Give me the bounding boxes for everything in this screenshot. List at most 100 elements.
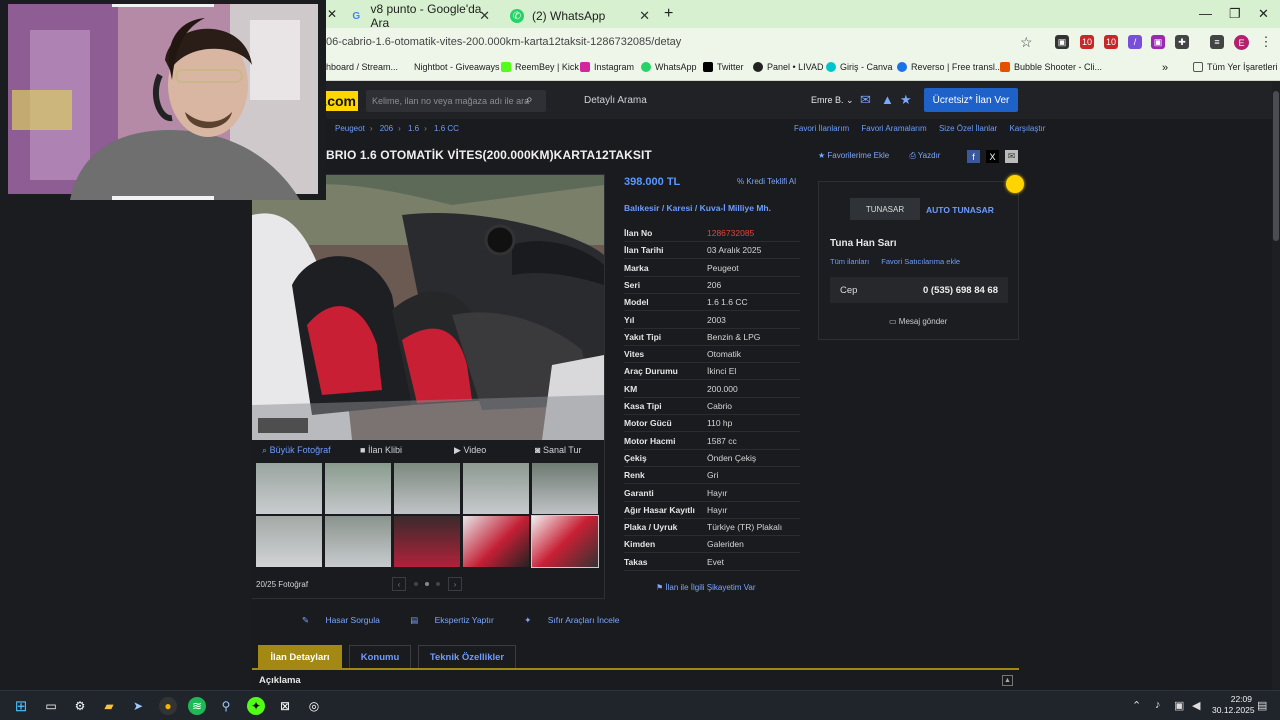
tab-video[interactable]: ▶ Video <box>454 445 486 456</box>
menu-dots-icon[interactable]: ⋮ <box>1259 34 1273 49</box>
clock[interactable]: 22:09 30.12.2025 <box>1212 694 1255 716</box>
favorite-listings-link[interactable]: Favori İlanlarım <box>794 124 849 133</box>
favorite-searches-link[interactable]: Favori Aramalarım <box>861 124 926 133</box>
collapse-icon[interactable]: ▲ <box>1002 675 1013 686</box>
tab-whatsapp[interactable]: ✆ (2) WhatsApp ✕ <box>500 4 658 28</box>
thumbnail[interactable] <box>463 463 529 514</box>
steam-icon[interactable]: ⚲ <box>217 697 235 715</box>
tab-google-search[interactable]: G v8 punto - Google'da Ara ✕ <box>340 2 498 30</box>
new-tab-plus-icon[interactable]: + <box>664 5 673 23</box>
special-listings-link[interactable]: Size Özel İlanlar <box>939 124 997 133</box>
breadcrumb-item[interactable]: 206 <box>380 124 393 133</box>
bookmark-item[interactable]: ReemBey | Kick <box>501 62 579 72</box>
breadcrumb-item[interactable]: Peugeot <box>335 124 365 133</box>
bell-icon[interactable]: ▲ <box>881 92 894 107</box>
spotify-icon[interactable]: ≋ <box>188 697 206 715</box>
profile-avatar[interactable]: E <box>1234 35 1249 50</box>
mail-icon[interactable]: ✉ <box>860 92 871 108</box>
location-city[interactable]: Balıkesir <box>624 203 659 213</box>
search-icon[interactable]: ⌕ <box>526 92 533 107</box>
advanced-search-link[interactable]: Detaylı Arama <box>584 95 647 106</box>
prev-page-button[interactable]: ‹ <box>392 577 406 591</box>
all-bookmarks-folder[interactable]: Tüm Yer İşaretleri <box>1193 62 1278 72</box>
star-icon[interactable]: ★ <box>900 92 912 108</box>
close-icon[interactable]: ✕ <box>639 8 650 24</box>
close-window-icon[interactable]: ✕ <box>1258 6 1269 22</box>
location-district[interactable]: Karesi <box>667 203 693 213</box>
scrollbar-thumb[interactable] <box>1273 91 1279 241</box>
app-icon[interactable]: ✦ <box>247 697 265 715</box>
bookmark-item[interactable]: Nightbot - Giveaways <box>414 62 500 72</box>
extension-badge-icon[interactable]: 10 <box>1104 35 1118 49</box>
tray-chevron-icon[interactable]: ⌃ <box>1132 699 1141 712</box>
pen-extension-icon[interactable]: / <box>1128 35 1142 49</box>
thumbnail-selected[interactable] <box>531 515 599 568</box>
breadcrumb-item[interactable]: 1.6 CC <box>434 124 459 133</box>
settings-gear-icon[interactable]: ⚙ <box>71 697 89 715</box>
microphone-icon[interactable]: ♪ <box>1155 699 1161 711</box>
extension-icon[interactable]: ▣ <box>1055 35 1069 49</box>
tab-location[interactable]: Konumu <box>349 645 411 669</box>
bookmark-item[interactable]: Twitter <box>703 62 744 72</box>
phone-number[interactable]: 0 (535) 698 84 68 <box>923 285 998 296</box>
main-photo[interactable] <box>252 175 604 440</box>
page-dot[interactable] <box>436 582 440 586</box>
facebook-icon[interactable]: f <box>967 150 980 163</box>
xbox-icon[interactable]: ⊠ <box>276 697 294 715</box>
bookmark-item[interactable]: WhatsApp <box>641 62 697 72</box>
thumbnail[interactable] <box>532 463 598 514</box>
steam-icon[interactable]: ➤ <box>129 697 147 715</box>
bookmark-star-icon[interactable]: ☆ <box>1020 34 1033 51</box>
puzzle-icon[interactable]: ✚ <box>1175 35 1189 49</box>
bookmark-item[interactable]: Panel • LIVAD <box>753 62 824 72</box>
thumbnail[interactable] <box>325 463 391 514</box>
tab-listing-clip[interactable]: ■ İlan Klibi <box>360 445 402 455</box>
scrollbar[interactable] <box>1272 81 1280 690</box>
thumbnail[interactable] <box>394 463 460 514</box>
expertise-link[interactable]: ▤ Ekspertiz Yaptır <box>410 615 508 625</box>
page-dot-active[interactable] <box>425 582 429 586</box>
task-view-icon[interactable]: ▭ <box>42 697 60 715</box>
bookmark-item[interactable]: hboard / Stream... <box>326 62 398 72</box>
close-icon[interactable]: ✕ <box>327 7 337 21</box>
bookmark-item[interactable]: Bubble Shooter - Cli... <box>1000 62 1102 72</box>
page-dot[interactable] <box>414 582 418 586</box>
x-twitter-icon[interactable]: X <box>986 150 999 163</box>
send-message-link[interactable]: ▭ Mesaj gönder <box>889 317 947 326</box>
search-input[interactable]: Kelime, ilan no veya mağaza adı ile ara <box>366 90 546 112</box>
network-icon[interactable]: ▣ <box>1174 699 1184 712</box>
volume-icon[interactable]: ◀ <box>1192 699 1200 712</box>
post-ad-button[interactable]: Ücretsiz* İlan Ver <box>924 88 1018 112</box>
thumbnail[interactable] <box>325 516 391 567</box>
location-neighborhood[interactable]: Kuva-İ Milliye Mh. <box>700 203 771 213</box>
thumbnail[interactable] <box>394 516 460 567</box>
site-logo[interactable]: .com <box>323 91 358 111</box>
app-icon[interactable]: ◎ <box>305 697 323 715</box>
extension-badge-icon[interactable]: 10 <box>1080 35 1094 49</box>
more-bookmarks-icon[interactable]: » <box>1162 62 1168 74</box>
restore-icon[interactable]: ❐ <box>1229 6 1241 22</box>
user-menu[interactable]: Emre B. ⌄ <box>811 95 854 106</box>
tab-large-photo[interactable]: ⌕ Büyük Fotoğraf <box>262 445 331 456</box>
new-cars-link[interactable]: ✦ Sıfır Araçları İncele <box>524 615 633 625</box>
favorite-seller-link[interactable]: Favori Satıcılarıma ekle <box>881 257 960 266</box>
windows-start-icon[interactable]: ⊞ <box>12 697 30 715</box>
next-page-button[interactable]: › <box>448 577 462 591</box>
tab-listing-details[interactable]: İlan Detayları <box>258 645 342 669</box>
bookmark-item[interactable]: Instagram <box>580 62 634 72</box>
print-link[interactable]: Yazdır <box>918 151 941 160</box>
damage-query-link[interactable]: ✎ Hasar Sorgula <box>302 615 394 625</box>
add-favorite-link[interactable]: Favorilerime Ekle <box>827 151 889 160</box>
reading-list-icon[interactable]: ≡ <box>1210 35 1224 49</box>
email-icon[interactable]: ✉ <box>1005 150 1018 163</box>
all-listings-link[interactable]: Tüm ilanları <box>830 257 869 266</box>
extension-icon[interactable]: ▣ <box>1151 35 1165 49</box>
tab-technical-specs[interactable]: Teknik Özellikler <box>418 645 516 669</box>
close-icon[interactable]: ✕ <box>479 8 490 24</box>
thumbnail[interactable] <box>256 516 322 567</box>
notification-icon[interactable]: ▤ <box>1257 699 1267 712</box>
seller-logo[interactable]: TUNASAR <box>850 198 920 220</box>
minimize-icon[interactable]: — <box>1199 6 1212 21</box>
chrome-icon[interactable]: ● <box>159 697 177 715</box>
bookmark-item[interactable]: Giriş - Canva <box>826 62 893 72</box>
